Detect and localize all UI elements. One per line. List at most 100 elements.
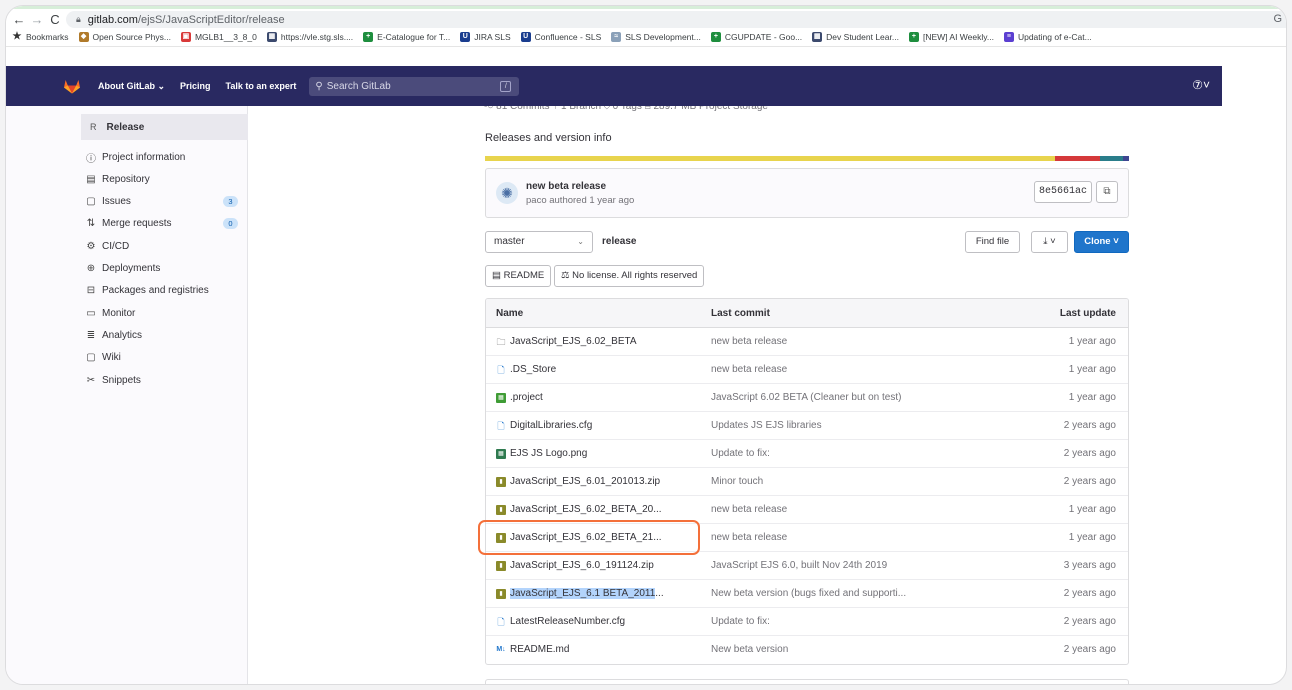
language-segment[interactable] bbox=[935, 156, 1055, 161]
bookmark-item[interactable]: + E-Catalogue for T... bbox=[363, 32, 450, 42]
deployments-icon: ⊕ bbox=[86, 263, 96, 274]
breadcrumb[interactable]: release bbox=[602, 236, 636, 247]
bookmark-item[interactable]: ★ Bookmarks bbox=[12, 32, 69, 43]
sidebar-item-wiki[interactable]: ▢ Wiki bbox=[86, 349, 246, 367]
file-name-link[interactable]: ▦ .project bbox=[496, 392, 543, 403]
search-input[interactable]: ⚲ Search GitLab / bbox=[309, 76, 520, 96]
sidebar-project-header[interactable]: R Release bbox=[81, 114, 248, 140]
bookmark-item[interactable]: ≈ SLS Development... bbox=[611, 32, 701, 42]
table-row[interactable]: ▮ JavaScript_EJS_6.0_191124.zip JavaScript… bbox=[486, 552, 1128, 580]
address-bar[interactable]: 🔒︎ gitlab.com /ejsS/JavaScriptEditor/rel… bbox=[66, 11, 1286, 28]
commit-message-link[interactable]: Updates JS EJS libraries bbox=[711, 420, 822, 431]
commit-title[interactable]: new beta release bbox=[526, 181, 606, 192]
commit-message-link[interactable]: new beta release bbox=[711, 504, 787, 515]
bookmark-favicon-icon: U bbox=[520, 32, 531, 42]
bookmark-item[interactable]: U JIRA SLS bbox=[460, 32, 511, 42]
file-name-link[interactable]: 🗋︎ LatestReleaseNumber.cfg bbox=[496, 616, 625, 627]
file-name-link[interactable]: ▦ EJS JS Logo.png bbox=[496, 448, 587, 459]
sidebar-item-analytics[interactable]: ≣ Analytics bbox=[86, 326, 246, 344]
bookmark-label: Updating of e-Cat... bbox=[1017, 32, 1092, 42]
commit-message-link[interactable]: Minor touch bbox=[711, 476, 763, 487]
copy-sha-button[interactable]: ⧉ bbox=[1096, 181, 1118, 203]
file-name-link[interactable]: M↓ README.md bbox=[496, 644, 569, 655]
bookmark-item[interactable]: ◆ Open Source Phys... bbox=[78, 32, 171, 42]
file-name-link[interactable]: ▮ JavaScript_EJS_6.02_BETA_20... bbox=[496, 504, 662, 515]
bookmark-item[interactable]: U Confluence - SLS bbox=[520, 32, 601, 42]
branch-selector[interactable]: master ⌄ bbox=[485, 231, 593, 253]
commit-message-link[interactable]: JavaScript 6.02 BETA (Cleaner but on tes… bbox=[711, 392, 901, 403]
sidebar-item-project-information[interactable]: ⓘ Project information bbox=[86, 148, 246, 166]
rocket-icon: ⚙ bbox=[86, 240, 96, 252]
table-row[interactable]: 🗋︎ .DS_Store new beta release 1 year ago bbox=[486, 356, 1128, 384]
commit-message-link[interactable]: Update to fix: bbox=[711, 448, 770, 459]
table-row[interactable]: 🗋︎ DigitalLibraries.cfg Updates JS EJS lib… bbox=[486, 412, 1128, 440]
profile-letter[interactable]: G bbox=[1273, 13, 1282, 25]
file-name: JavaScript_EJS_6.0_191124.zip bbox=[510, 560, 654, 571]
reload-icon[interactable]: C bbox=[46, 12, 64, 27]
file-name-link[interactable]: 🗋︎ .DS_Store bbox=[496, 364, 556, 375]
commit-message-link[interactable]: New beta version (bugs fixed and support… bbox=[711, 588, 906, 599]
license-button[interactable]: ⚖ No license. All rights reserved bbox=[554, 265, 705, 287]
gitlab-logo-icon[interactable] bbox=[63, 78, 81, 94]
info-icon: ⓘ bbox=[86, 153, 96, 165]
forward-arrow-icon[interactable]: → bbox=[28, 12, 46, 27]
repository-icon: ▤ bbox=[86, 173, 96, 185]
talk-to-expert-link[interactable]: Talk to an expert bbox=[226, 81, 297, 91]
sidebar-item-issues[interactable]: ▢ Issues 3 bbox=[86, 193, 246, 211]
file-name-link[interactable]: 🗋︎ DigitalLibraries.cfg bbox=[496, 420, 592, 431]
file-name-link[interactable]: 🗀︎ JavaScript_EJS_6.02_BETA bbox=[496, 336, 636, 347]
archive-file-icon: ▮ bbox=[496, 504, 506, 515]
sidebar-item-packages-and-registries[interactable]: ⊟ Packages and registries bbox=[86, 282, 246, 300]
language-segment[interactable] bbox=[485, 156, 936, 161]
about-gitlab-menu[interactable]: About GitLab ⌄ bbox=[98, 81, 165, 92]
clone-button[interactable]: Clone ˅ bbox=[1074, 231, 1129, 253]
language-segment[interactable] bbox=[1100, 156, 1123, 161]
table-row[interactable]: ▦ EJS JS Logo.png Update to fix: 2 years ag… bbox=[486, 440, 1128, 468]
find-file-button[interactable]: Find file bbox=[965, 231, 1020, 253]
sidebar-item-ci-cd[interactable]: ⚙ CI/CD bbox=[86, 237, 246, 255]
readme-button[interactable]: ▤ README bbox=[485, 265, 552, 287]
sidebar-item-snippets[interactable]: ✂ Snippets bbox=[86, 371, 246, 389]
bookmark-item[interactable]: ≡ Updating of e-Cat... bbox=[1003, 32, 1092, 42]
commit-message-link[interactable]: New beta version bbox=[711, 644, 788, 655]
commit-message-link[interactable]: new beta release bbox=[711, 364, 787, 375]
help-icon[interactable]: ⑦˅ bbox=[1192, 78, 1210, 92]
merge-request-icon: ⇅ bbox=[86, 218, 96, 230]
bookmark-label: Dev Student Lear... bbox=[826, 32, 899, 42]
file-name-link[interactable]: ▮ JavaScript_EJS_6.1 BETA_2011... bbox=[496, 588, 664, 599]
sidebar-item-monitor[interactable]: ▭ Monitor bbox=[86, 304, 246, 322]
file-table: Name Last commit Last update 🗀︎ JavaScrip… bbox=[485, 298, 1129, 665]
commit-message-link[interactable]: JavaScript EJS 6.0, built Nov 24th 2019 bbox=[711, 560, 887, 571]
sidebar-item-repository[interactable]: ▤ Repository bbox=[86, 170, 246, 188]
language-segment[interactable] bbox=[1054, 156, 1100, 161]
url-host: gitlab.com bbox=[87, 13, 138, 26]
table-row[interactable]: 🗀︎ JavaScript_EJS_6.02_BETA new beta relea… bbox=[486, 328, 1128, 356]
language-segment[interactable] bbox=[1122, 156, 1129, 161]
sidebar-item-merge-requests[interactable]: ⇅ Merge requests 0 bbox=[86, 215, 246, 233]
commit-message-link[interactable]: new beta release bbox=[711, 336, 787, 347]
table-row[interactable]: ▮ JavaScript_EJS_6.1 BETA_2011... New beta… bbox=[486, 580, 1128, 608]
bookmark-item[interactable]: + CGUPDATE - Goo... bbox=[710, 32, 802, 42]
download-button[interactable]: ⤓ ˅ bbox=[1031, 231, 1068, 253]
address-row: ← → C 🔒︎ gitlab.com /ejsS/JavaScriptEdit… bbox=[6, 10, 1286, 29]
file-name-link[interactable]: ▮ JavaScript_EJS_6.0_191124.zip bbox=[496, 560, 654, 571]
commit-meta: paco authored 1 year ago bbox=[526, 195, 635, 206]
commit-message-link[interactable]: Update to fix: bbox=[711, 616, 770, 627]
pricing-link[interactable]: Pricing bbox=[180, 81, 211, 91]
table-row[interactable]: ▮ JavaScript_EJS_6.01_201013.zip Minor tou… bbox=[486, 468, 1128, 496]
table-row[interactable]: 🗋︎ LatestReleaseNumber.cfg Update to fix: 2… bbox=[486, 608, 1128, 636]
bookmark-item[interactable]: ▦ Dev Student Lear... bbox=[812, 32, 899, 42]
bookmark-item[interactable]: ▣ MGLB1__3_8_0 bbox=[180, 32, 257, 42]
file-name-link[interactable]: ▮ JavaScript_EJS_6.01_201013.zip bbox=[496, 476, 660, 487]
sidebar-item-deployments[interactable]: ⊕ Deployments bbox=[86, 260, 246, 278]
issues-icon: ▢ bbox=[86, 196, 96, 208]
bookmark-label: JIRA SLS bbox=[474, 32, 511, 42]
bookmark-item[interactable]: + [NEW] AI Weekly... bbox=[908, 32, 994, 42]
commit-sha[interactable]: 8e5661ac bbox=[1034, 181, 1092, 203]
table-row[interactable]: ▦ .project JavaScript 6.02 BETA (Cleaner b… bbox=[486, 384, 1128, 412]
table-row[interactable]: M↓ README.md New beta version 2 years ago bbox=[486, 636, 1128, 664]
bookmark-item[interactable]: ▦ https://vle.stg.sls.... bbox=[266, 32, 353, 42]
commit-message-link[interactable]: new beta release bbox=[711, 532, 787, 543]
project-stats: -○ 81 Commits ⑂ 1 Branch ◇ 0 Tags ▭ 289.… bbox=[484, 106, 768, 112]
back-arrow-icon[interactable]: ← bbox=[10, 12, 28, 27]
